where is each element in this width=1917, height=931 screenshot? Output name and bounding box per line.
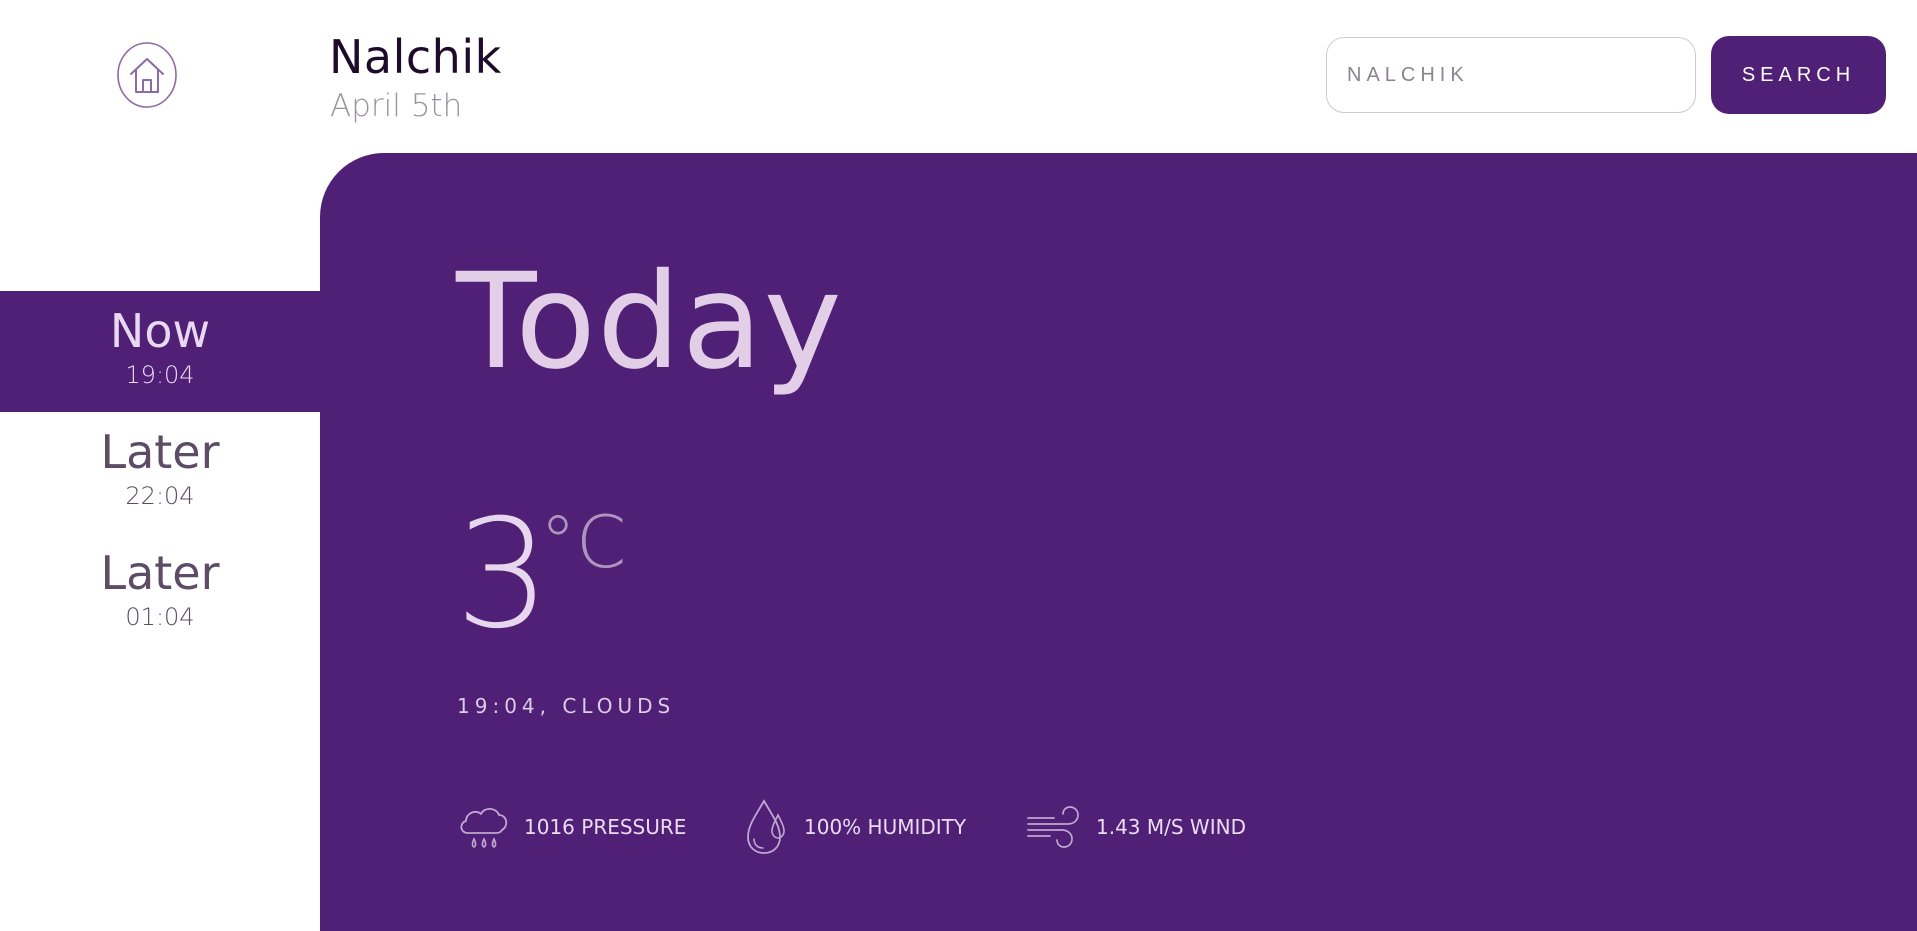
wind-stat: 1.43 M/S WIND (1026, 797, 1246, 857)
humidity-stat: 100% HUMIDITY (742, 797, 966, 857)
day-heading: Today (456, 245, 843, 399)
water-drops-icon (747, 799, 785, 854)
home-button[interactable] (117, 42, 177, 108)
date-subtitle: April 5th (330, 88, 463, 124)
sidebar-item-now[interactable]: Now 19:04 (0, 291, 320, 412)
sidebar-item-label: Now (109, 304, 211, 358)
pressure-value: 1016 PRESSURE (524, 815, 687, 839)
temperature-unit: °C (540, 500, 627, 584)
sidebar-item-time: 19:04 (125, 361, 195, 390)
sidebar-item-time: 01:04 (125, 603, 195, 632)
city-title: Nalchik (329, 30, 502, 84)
sidebar-item-later-2[interactable]: Later 01:04 (0, 533, 320, 654)
weather-summary: 19:04, CLOUDS (457, 694, 676, 718)
wind-icon (1027, 806, 1079, 848)
pressure-stat: 1016 PRESSURE (456, 797, 686, 857)
search-input[interactable] (1326, 37, 1696, 113)
rain-cloud-icon (460, 807, 508, 848)
sidebar-item-label: Later (100, 546, 220, 600)
home-icon (117, 42, 177, 108)
humidity-value: 100% HUMIDITY (804, 815, 967, 839)
temperature-value: 3 (455, 488, 551, 662)
sidebar-item-label: Later (100, 425, 220, 479)
wind-value: 1.43 M/S WIND (1096, 815, 1246, 839)
weather-app: Nalchik April 5th SEARCH Now 19:04 Later… (0, 0, 1917, 931)
sidebar-item-later-1[interactable]: Later 22:04 (0, 412, 320, 533)
sidebar-item-time: 22:04 (125, 482, 195, 511)
search-button[interactable]: SEARCH (1711, 36, 1886, 114)
